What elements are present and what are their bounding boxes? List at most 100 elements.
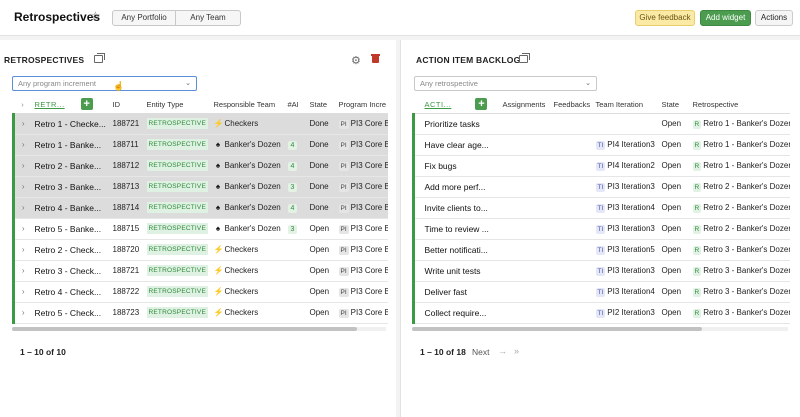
responsible-team-cell[interactable]: ⚡Checkers [210,302,285,324]
action-item-name-cell[interactable]: Fix bugs [421,155,500,177]
retrospective-cell[interactable]: R Retro 3 - Banker's Dozen [689,260,790,282]
retro-name[interactable]: Retro 3 - Banke... [35,182,102,192]
team-iteration-cell[interactable]: TI PI4 Iteration2 [592,155,659,177]
team-iteration-name[interactable]: PI2 Iteration3 [607,308,655,317]
retro-name-cell[interactable]: Retro 1 - Checke... [31,113,110,135]
team-iteration-name[interactable]: PI3 Iteration3 [607,182,655,191]
table-row[interactable]: › Retro 3 - Banke... 188713 RETROSPECTIVE ♠ B… [12,176,388,198]
retro-name-cell[interactable]: Retro 4 - Banke... [31,197,110,219]
action-item-name-cell[interactable]: Prioritize tasks [421,113,500,135]
expand-all-icon[interactable]: › [13,96,32,114]
action-item-name[interactable]: Write unit tests [425,266,481,276]
program-increment-cell[interactable]: PI PI3 Core B [335,218,388,240]
table-row[interactable]: Prioritize tasks Open R Retro 1 - Banker's … [412,113,790,135]
chevron-right-icon[interactable]: › [22,308,25,317]
team-name[interactable]: Banker's Dozen [225,203,281,212]
table-row[interactable]: Add more perf... TI PI3 Iteration3 Open R Ret… [412,176,790,198]
responsible-team-cell[interactable]: ♠ Banker's Dozen [210,218,285,240]
expand-row-cell[interactable]: › [12,302,32,324]
retrospective-name[interactable]: Retro 3 - Banker's Dozen [703,266,789,275]
column-header-program-increment[interactable]: Program Incre [335,96,388,114]
program-increment-cell[interactable]: PI PI3 Core B [335,239,388,261]
column-header-team-iteration[interactable]: Team Iteration [592,96,659,114]
program-increment-cell[interactable]: PI PI3 Core B [335,260,388,282]
chevron-right-icon[interactable]: › [22,224,25,233]
program-increment-name[interactable]: PI3 Core B [351,161,388,170]
program-increment-cell[interactable]: PI PI3 Core B [335,281,388,303]
team-name[interactable]: Checkers [225,287,259,296]
chevron-right-icon[interactable]: › [22,161,25,170]
action-item-name-cell[interactable]: Have clear age... [421,134,500,156]
action-item-name-cell[interactable]: Write unit tests [421,260,500,282]
expand-row-cell[interactable]: › [12,260,32,282]
column-header-name[interactable]: RETR... + [31,96,110,114]
team-iteration-name[interactable]: PI3 Iteration4 [607,287,655,296]
assignments-cell[interactable] [499,218,551,240]
action-item-name-cell[interactable]: Add more perf... [421,176,500,198]
expand-row-cell[interactable]: › [12,281,32,303]
responsible-team-cell[interactable]: ♠ Banker's Dozen [210,134,285,156]
portfolio-filter[interactable]: Any Portfolio [112,10,176,26]
retrospective-select[interactable]: Any retrospective ⌄ [414,76,597,91]
retrospective-cell[interactable]: R Retro 3 - Banker's Dozen [689,302,790,324]
actions-button[interactable]: Actions [755,10,793,26]
team-iteration-name[interactable]: PI3 Iteration4 [607,203,655,212]
action-item-name-cell[interactable]: Better notificati... [421,239,500,261]
assignments-cell[interactable] [499,176,551,198]
star-icon[interactable]: ☆ [90,9,101,23]
retro-name-cell[interactable]: Retro 1 - Banke... [31,134,110,156]
team-iteration-cell[interactable]: TI PI3 Iteration3 [592,176,659,198]
table-row[interactable]: › Retro 1 - Banke... 188711 RETROSPECTIVE ♠ B… [12,134,388,156]
program-increment-cell[interactable]: PI PI3 Core B [335,134,388,156]
chevron-right-icon[interactable]: › [22,245,25,254]
retro-name-cell[interactable]: Retro 5 - Check... [31,302,110,324]
scrollbar-thumb[interactable] [12,327,357,331]
program-increment-cell[interactable]: PI PI3 Core B [335,302,388,324]
chevron-right-icon[interactable]: › [22,182,25,191]
table-row[interactable]: Fix bugs TI PI4 Iteration2 Open R Retro 1 - B… [412,155,790,177]
retrospective-cell[interactable]: R Retro 2 - Banker's Dozen [689,218,790,240]
scrollbar-thumb[interactable] [412,327,702,331]
chevron-right-icon[interactable]: › [22,119,25,128]
action-item-name[interactable]: Better notificati... [425,245,488,255]
expand-row-cell[interactable]: › [12,197,32,219]
assignments-cell[interactable] [499,260,551,282]
table-row[interactable]: › Retro 1 - Checke... 188721 RETROSPECTIVE ⚡… [12,113,388,135]
assignments-cell[interactable] [499,113,551,135]
retrospective-name[interactable]: Retro 1 - Banker's Dozen [703,140,789,149]
trash-icon[interactable] [371,53,380,63]
team-iteration-cell[interactable]: TI PI3 Iteration4 [592,197,659,219]
action-item-name[interactable]: Collect require... [425,308,487,318]
column-header-action-item[interactable]: ACTI... + [421,96,500,114]
retro-name[interactable]: Retro 2 - Check... [35,245,102,255]
retrospective-name[interactable]: Retro 3 - Banker's Dozen [703,287,789,296]
responsible-team-cell[interactable]: ⚡Checkers [210,281,285,303]
column-header-state[interactable]: State [306,96,336,114]
program-increment-name[interactable]: PI3 Core B [351,119,388,128]
table-row[interactable]: › Retro 4 - Banke... 188714 RETROSPECTIVE ♠ B… [12,197,388,219]
chevron-right-icon[interactable]: › [22,140,25,149]
action-item-name-cell[interactable]: Invite clients to... [421,197,500,219]
retro-name-cell[interactable]: Retro 3 - Check... [31,260,110,282]
team-name[interactable]: Banker's Dozen [225,161,281,170]
retrospective-cell[interactable]: R Retro 1 - Banker's Dozen [689,134,790,156]
action-item-name[interactable]: Time to review ... [425,224,489,234]
program-increment-cell[interactable]: PI PI3 Core B [335,197,388,219]
program-increment-cell[interactable]: PI PI3 Core B [335,176,388,198]
column-header-id[interactable]: ID [109,96,144,114]
responsible-team-cell[interactable]: ⚡Checkers [210,239,285,261]
retrospective-name[interactable]: Retro 2 - Banker's Dozen [703,224,789,233]
retrospective-cell[interactable]: R Retro 2 - Banker's Dozen [689,197,790,219]
team-name[interactable]: Checkers [225,119,259,128]
horizontal-scrollbar[interactable] [12,327,386,331]
horizontal-scrollbar[interactable] [412,327,788,331]
team-name[interactable]: Banker's Dozen [225,182,281,191]
program-increment-name[interactable]: PI3 Core B [351,266,388,275]
assignments-cell[interactable] [499,155,551,177]
table-row[interactable]: › Retro 3 - Check... 188721 RETROSPECTIVE ⚡C… [12,260,388,282]
action-item-name-cell[interactable]: Deliver fast [421,281,500,303]
retrospective-name[interactable]: Retro 1 - Banker's Dozen [703,161,789,170]
retrospective-cell[interactable]: R Retro 2 - Banker's Dozen [689,176,790,198]
assignments-cell[interactable] [499,239,551,261]
next-page-link[interactable]: Next [472,347,489,357]
